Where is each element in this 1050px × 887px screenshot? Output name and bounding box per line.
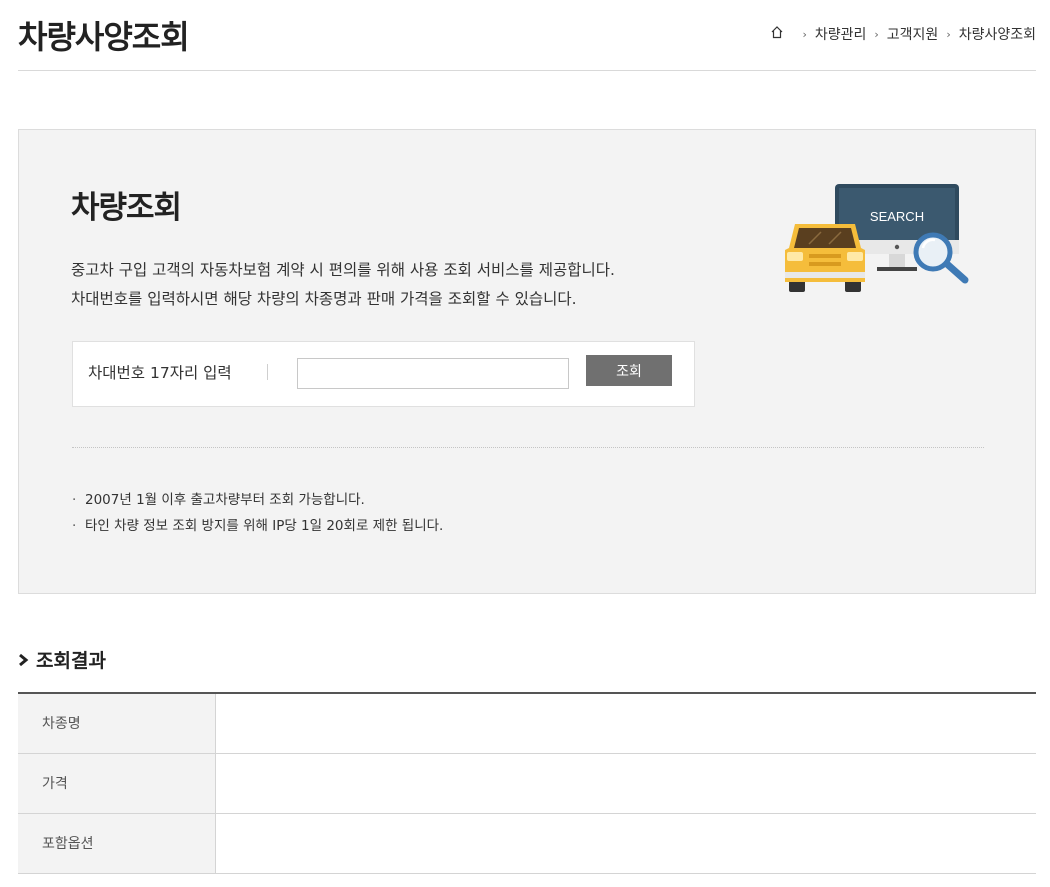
vin-input-label: 차대번호 17자리 입력 (88, 364, 232, 382)
row-label-model: 차종명 (18, 693, 216, 753)
table-row: 차종명 (18, 693, 1036, 753)
notice-list: 2007년 1월 이후 출고차량부터 조회 가능합니다. 타인 차량 정보 조회… (72, 487, 443, 539)
breadcrumb-separator: › (946, 27, 951, 41)
table-row: 가격 (18, 753, 1036, 813)
car-icon (785, 224, 865, 292)
panel-description: 중고차 구입 고객의 자동차보험 계약 시 편의를 위해 사용 조회 서비스를 … (71, 256, 615, 314)
breadcrumb: › 차량관리 › 고객지원 › 차량사양조회 (770, 24, 1036, 44)
home-icon (772, 26, 783, 39)
breadcrumb-separator: › (802, 27, 807, 41)
breadcrumb-item-vehicle-management[interactable]: 차량관리 (815, 24, 867, 44)
row-label-price: 가격 (18, 753, 216, 813)
row-label-options: 포함옵션 (18, 813, 216, 873)
row-value-price (215, 753, 1036, 813)
breadcrumb-separator: › (874, 27, 879, 41)
table-row: 포함옵션 (18, 813, 1036, 873)
vin-search-form: 차대번호 17자리 입력 조회 (72, 341, 695, 407)
monitor-search-text: SEARCH (870, 209, 924, 224)
page-header: 차량사양조회 › 차량관리 › 고객지원 › 차량사양조회 (18, 0, 1036, 71)
chevron-right-icon (19, 653, 29, 666)
breadcrumb-item-vehicle-spec[interactable]: 차량사양조회 (959, 24, 1036, 44)
home-link[interactable] (770, 25, 794, 43)
dotted-divider (72, 447, 984, 448)
row-value-model (215, 693, 1036, 753)
breadcrumb-item-customer-support[interactable]: 고객지원 (887, 24, 939, 44)
description-line: 중고차 구입 고객의 자동차보험 계약 시 편의를 위해 사용 조회 서비스를 … (71, 261, 615, 279)
result-table: 차종명 가격 포함옵션 (18, 692, 1036, 874)
result-heading-label: 조회결과 (36, 650, 106, 672)
page-title: 차량사양조회 (18, 18, 190, 56)
search-illustration: SEARCH (785, 184, 969, 292)
vin-input[interactable] (297, 358, 569, 389)
label-divider (267, 364, 268, 380)
notice-item: 타인 차량 정보 조회 방지를 위해 IP당 1일 20회로 제한 됩니다. (72, 513, 443, 539)
panel-title: 차량조회 (71, 190, 182, 226)
row-value-options (215, 813, 1036, 873)
description-line: 차대번호를 입력하시면 해당 차량의 차종명과 판매 가격을 조회할 수 있습니… (71, 290, 577, 308)
result-heading: 조회결과 (18, 646, 106, 673)
search-button[interactable]: 조회 (586, 355, 672, 386)
vehicle-search-panel: 차량조회 중고차 구입 고객의 자동차보험 계약 시 편의를 위해 사용 조회 … (18, 129, 1036, 594)
notice-item: 2007년 1월 이후 출고차량부터 조회 가능합니다. (72, 487, 443, 513)
